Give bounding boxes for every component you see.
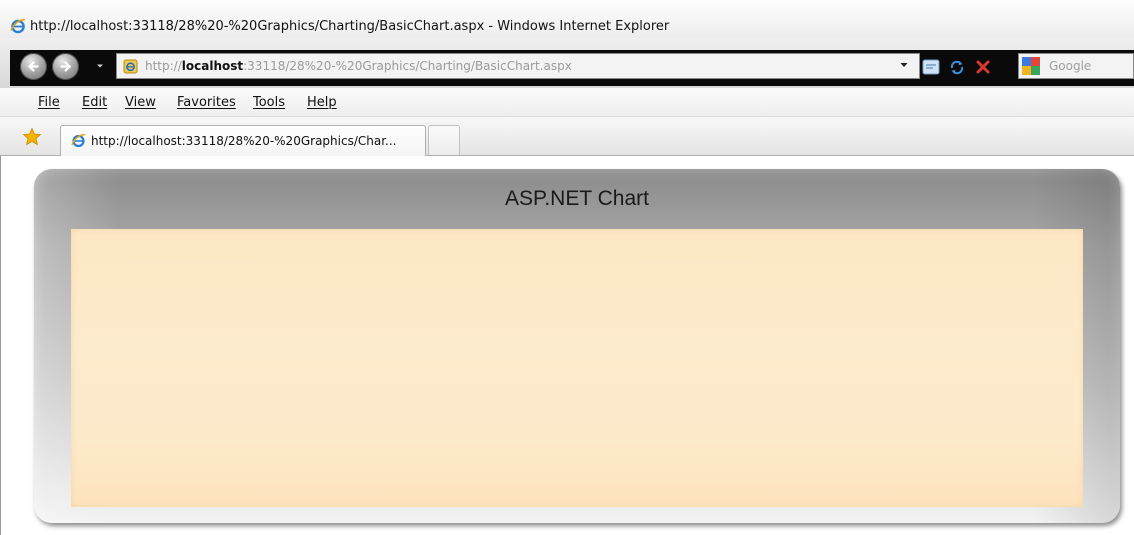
refresh-icon[interactable] — [946, 56, 968, 78]
forward-button[interactable] — [52, 53, 79, 80]
menu-favorites[interactable]: Favorites — [177, 94, 236, 111]
favorites-star-icon[interactable] — [22, 127, 42, 147]
compatibility-view-icon[interactable] — [920, 56, 942, 78]
address-url[interactable]: http://localhost:33118/28%20-%20Graphics… — [145, 58, 572, 74]
back-button[interactable] — [20, 53, 47, 80]
navigation-bar: http://localhost:33118/28%20-%20Graphics… — [0, 38, 1134, 88]
ie-logo-icon — [10, 18, 25, 34]
ie-page-icon — [71, 133, 86, 148]
address-host: localhost — [181, 59, 244, 73]
forward-arrow-icon — [60, 61, 72, 72]
address-bar[interactable]: http://localhost:33118/28%20-%20Graphics… — [116, 53, 920, 79]
new-tab-button[interactable] — [428, 125, 460, 155]
tab-label: http://localhost:33118/28%20-%20Graphics… — [91, 134, 397, 148]
address-path: :33118/28%20-%20Graphics/Charting/BasicC… — [243, 59, 572, 73]
tab-bar: http://localhost:33118/28%20-%20Graphics… — [0, 117, 1134, 156]
title-bar: http://localhost:33118/28%20-%20Graphics… — [0, 0, 1134, 38]
address-dropdown-chevron-icon[interactable] — [898, 59, 910, 71]
menu-file[interactable]: File — [38, 94, 60, 111]
menu-bar: File Edit View Favorites Tools Help — [0, 88, 1134, 117]
menu-edit[interactable]: Edit — [82, 94, 107, 111]
stop-icon[interactable] — [972, 56, 994, 78]
back-arrow-icon — [27, 61, 39, 72]
search-placeholder: Google — [1049, 59, 1092, 73]
search-box[interactable]: Google — [1018, 53, 1134, 79]
address-prefix: http:// — [145, 59, 182, 73]
tab-active[interactable]: http://localhost:33118/28%20-%20Graphics… — [60, 125, 426, 156]
chart-title: ASP.NET Chart — [505, 187, 649, 210]
chart-plot-area — [71, 229, 1083, 507]
page-content: ASP.NET Chart — [0, 156, 1134, 535]
chart-frame: ASP.NET Chart — [34, 169, 1120, 523]
page-icon — [123, 59, 138, 74]
browser-window: http://localhost:33118/28%20-%20Graphics… — [0, 0, 1134, 535]
recent-pages-chevron-icon[interactable] — [94, 60, 106, 72]
google-logo-icon — [1022, 57, 1040, 75]
window-title: http://localhost:33118/28%20-%20Graphics… — [30, 19, 670, 34]
menu-view[interactable]: View — [125, 94, 156, 111]
menu-help[interactable]: Help — [307, 94, 337, 111]
menu-tools[interactable]: Tools — [253, 94, 285, 111]
